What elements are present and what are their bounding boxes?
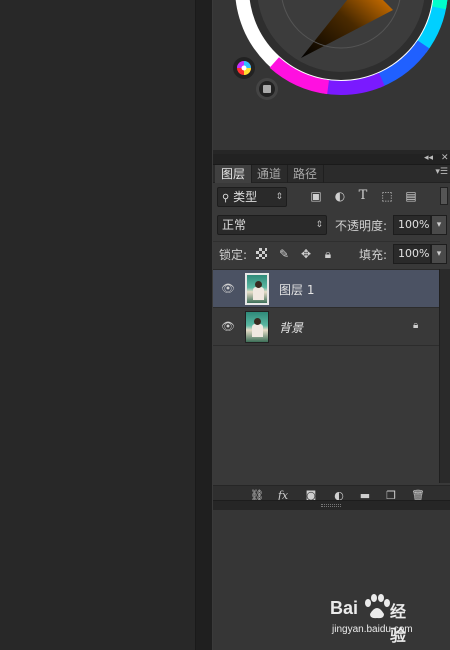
updown-caret-icon: ⇕ [315,220,323,230]
layer-name[interactable]: 图层 1 [279,281,314,298]
layer-thumbnail[interactable] [245,311,269,343]
opacity-dropdown-icon[interactable]: ▾ [431,215,447,235]
fill-label: 填充: [359,248,388,262]
panel-divider[interactable] [195,0,213,650]
lock-all-icon[interactable]: 🔒︎ [321,247,335,261]
right-panel-dock: ◂◂ ✕ 图层 通道 路径 ▾☰ ⚲ 类型 ⇕ ▣ ◐ T ⬚ ▤ 正常 ⇕ 不… [213,0,450,650]
type-filter-icon[interactable]: T [356,189,370,203]
panel-menu-icon[interactable]: ▾☰ [435,167,448,177]
lock-label: 锁定: [219,248,248,262]
watermark-brand-suffix: 经验 [390,602,407,645]
layer-row-background[interactable]: 👁︎ 背景 🔒︎ [213,308,439,346]
layers-panel: 图层 通道 路径 ▾☰ ⚲ 类型 ⇕ ▣ ◐ T ⬚ ▤ 正常 ⇕ 不透明度: [213,165,450,510]
smart-object-filter-icon[interactable]: ▤ [404,189,418,203]
layers-scrollbar[interactable] [439,269,450,483]
tab-paths[interactable]: 路径 [287,165,325,183]
panel-tabs: 图层 通道 路径 ▾☰ [213,165,450,183]
color-wheel-icon[interactable] [213,0,450,150]
panel-resize-handle[interactable] [213,500,450,510]
document-canvas-area[interactable] [0,0,195,650]
filter-kind-label: 类型 [233,190,258,204]
adjustment-filter-icon[interactable]: ◐ [333,189,347,203]
collapse-panels-icon[interactable]: ◂◂ [424,153,433,163]
eye-visibility-icon[interactable]: 👁︎ [221,321,235,333]
layer-name[interactable]: 背景 [279,319,303,336]
layer-filter-row: ⚲ 类型 ⇕ ▣ ◐ T ⬚ ▤ [213,185,448,209]
shape-filter-icon[interactable]: ⬚ [380,189,394,203]
search-icon: ⚲ [222,193,230,204]
baidu-paw-icon [365,594,390,619]
eye-visibility-icon[interactable]: 👁︎ [221,283,235,295]
blend-opacity-row: 正常 ⇕ 不透明度: 100% ▾ [213,213,447,237]
tab-layers[interactable]: 图层 [215,165,253,183]
image-filter-icon[interactable]: ▣ [309,189,323,203]
fill-dropdown-icon[interactable]: ▾ [431,244,447,264]
filter-kind-select[interactable]: ⚲ 类型 ⇕ [217,187,287,207]
panel-collapse-bar[interactable]: ◂◂ ✕ [213,153,450,165]
lock-transparent-pixels-icon[interactable] [256,248,267,259]
layer-lock-icon: 🔒︎ [413,320,419,331]
tab-channels[interactable]: 通道 [251,165,289,183]
layer-thumbnail[interactable] [245,273,269,305]
updown-caret-icon: ⇕ [275,192,283,202]
filter-toggle-switch[interactable] [440,187,448,205]
opacity-label: 不透明度: [335,219,388,233]
layer-list: 👁︎ 图层 1 👁︎ 背景 🔒︎ [213,269,439,483]
fill-input[interactable]: 100% [393,244,431,264]
close-panel-icon[interactable]: ✕ [441,153,449,163]
blend-mode-label: 正常 [222,218,247,232]
opacity-input[interactable]: 100% [393,215,431,235]
watermark-brand: Bai [330,598,359,618]
layer-row-layer1[interactable]: 👁︎ 图层 1 [213,270,439,308]
lock-image-pixels-brush-icon[interactable]: ✎ [277,247,291,261]
blend-mode-select[interactable]: 正常 ⇕ [217,215,327,235]
watermark-url: jingyan.baidu.com [332,624,413,635]
lock-fill-row: 锁定: ✎ ✥ 🔒︎ 填充: 100% ▾ [213,241,447,265]
lock-position-move-icon[interactable]: ✥ [299,247,313,261]
color-wheel-panel [213,0,450,150]
